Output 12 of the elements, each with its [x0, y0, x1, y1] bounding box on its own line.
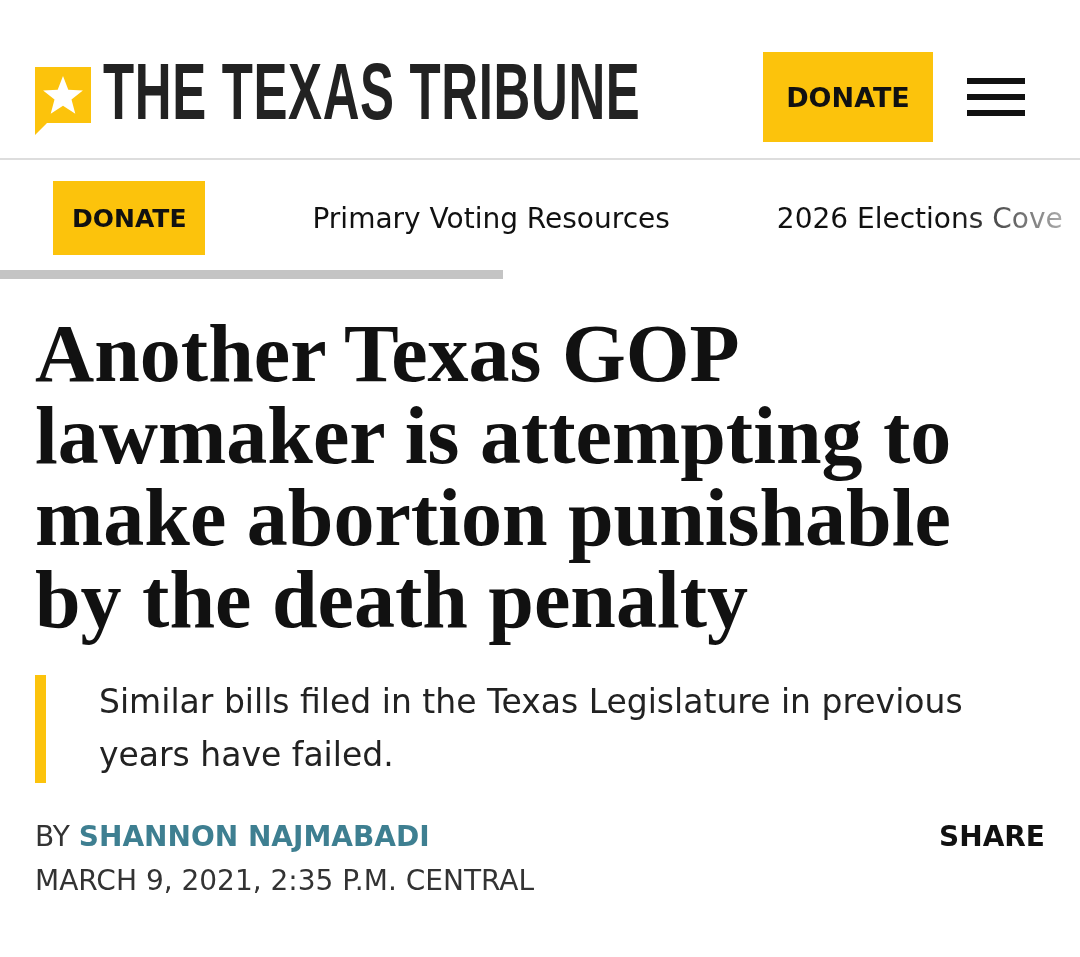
byline-label: BY: [35, 819, 70, 855]
share-button[interactable]: SHARE: [939, 819, 1045, 855]
article-summary: Similar bills filed in the Texas Legislature in previous years have failed.: [99, 681, 964, 776]
site-logo-text[interactable]: THE TEXAS TRIBUNE: [103, 59, 641, 125]
menu-icon[interactable]: [967, 78, 1025, 116]
star-logo-icon[interactable]: [35, 67, 91, 135]
publish-date: MARCH 9, 2021, 2:35 P.M. CENTRAL: [35, 863, 535, 899]
nav-link[interactable]: 2026 Elections Cove: [776, 201, 1063, 235]
donate-button[interactable]: DONATE: [763, 52, 933, 142]
nav-link[interactable]: Primary Voting Resources: [312, 201, 670, 235]
donate-button[interactable]: DONATE: [53, 181, 206, 255]
author-link[interactable]: SHANNON NAJMABADI: [78, 819, 430, 855]
